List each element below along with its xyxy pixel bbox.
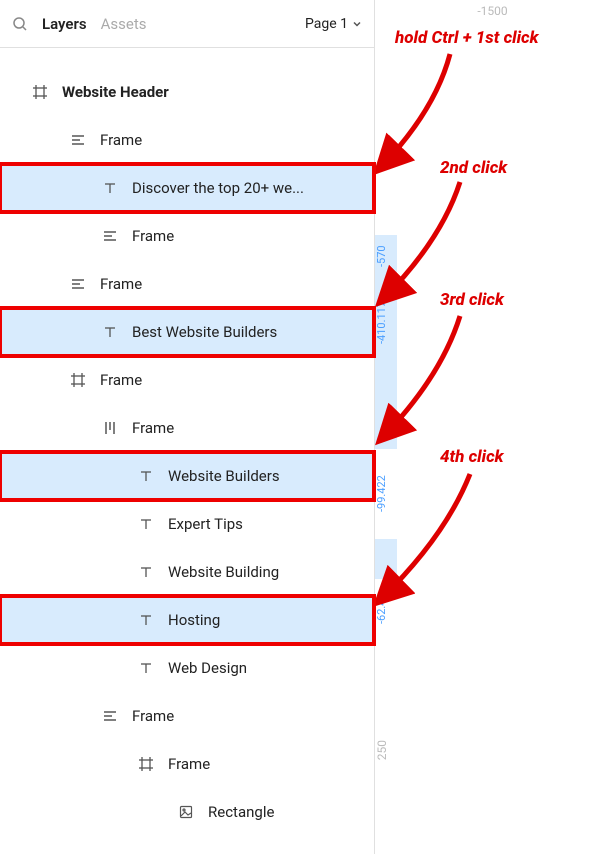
frame-icon bbox=[30, 85, 50, 99]
text-icon bbox=[100, 325, 120, 339]
layer-item[interactable]: Frame bbox=[0, 212, 374, 260]
layer-website-header[interactable]: Website Header bbox=[0, 68, 374, 116]
layer-label: Discover the top 20+ we... bbox=[132, 179, 304, 197]
layer-item[interactable]: Frame bbox=[0, 692, 374, 740]
stack-icon bbox=[100, 709, 120, 723]
canvas-selection-band bbox=[375, 539, 397, 579]
layer-item[interactable]: Hosting bbox=[0, 596, 374, 644]
image-icon bbox=[176, 805, 196, 819]
page-selector[interactable]: Page 1 bbox=[305, 16, 362, 32]
layer-label: Frame bbox=[132, 227, 174, 245]
layer-item[interactable]: Rectangle bbox=[0, 788, 374, 836]
layer-label: Frame bbox=[168, 755, 210, 773]
annotation-label: 2nd click bbox=[440, 158, 507, 178]
canvas-selection-band: -570 bbox=[375, 235, 397, 277]
canvas-ruler-top: -1500 bbox=[375, 4, 610, 18]
page-label: Page 1 bbox=[305, 16, 348, 32]
layer-label: Frame bbox=[100, 131, 142, 149]
layer-item[interactable]: Discover the top 20+ we... bbox=[0, 164, 374, 212]
layer-item[interactable]: Web Design bbox=[0, 644, 374, 692]
tab-assets[interactable]: Assets bbox=[101, 15, 147, 33]
layer-label: Website Header bbox=[62, 83, 169, 101]
layer-label: Expert Tips bbox=[168, 515, 243, 533]
layer-item[interactable]: Frame bbox=[0, 740, 374, 788]
text-icon bbox=[136, 613, 156, 627]
canvas-area[interactable]: -1500 -570-410.117 -99.422 -62.42 250 bbox=[375, 0, 610, 854]
layer-label: Frame bbox=[132, 419, 174, 437]
frame-icon bbox=[136, 757, 156, 771]
panel-header: Layers Assets Page 1 bbox=[0, 0, 374, 48]
layer-label: Frame bbox=[100, 371, 142, 389]
canvas-ruler-tick: 250 bbox=[375, 740, 397, 760]
canvas-selection-band bbox=[375, 367, 397, 449]
layer-label: Website Builders bbox=[168, 467, 280, 485]
text-icon bbox=[136, 565, 156, 579]
annotation-label: 3rd click bbox=[440, 290, 504, 310]
text-icon bbox=[136, 517, 156, 531]
frame-icon bbox=[68, 373, 88, 387]
layer-label: Web Design bbox=[168, 659, 247, 677]
layer-label: Best Website Builders bbox=[132, 323, 277, 341]
layer-item[interactable]: Frame bbox=[0, 356, 374, 404]
text-icon bbox=[136, 661, 156, 675]
layers-panel: Layers Assets Page 1 Website Header Fram… bbox=[0, 0, 375, 854]
layer-label: Frame bbox=[100, 275, 142, 293]
stack-icon bbox=[68, 277, 88, 291]
layer-item[interactable]: Website Builders bbox=[0, 452, 374, 500]
layer-tree: Website Header Frame Discover the top 20+… bbox=[0, 48, 374, 836]
search-icon[interactable] bbox=[12, 16, 28, 32]
annotation-label: 4th click bbox=[440, 447, 504, 467]
layer-label: Website Building bbox=[168, 563, 279, 581]
layer-item[interactable]: Expert Tips bbox=[0, 500, 374, 548]
layer-item[interactable]: Frame bbox=[0, 116, 374, 164]
layer-label: Hosting bbox=[168, 611, 220, 629]
canvas-selection-band: -99.422 bbox=[375, 449, 397, 539]
layer-item[interactable]: Best Website Builders bbox=[0, 308, 374, 356]
text-icon bbox=[136, 469, 156, 483]
canvas-selection-band: -62.42 bbox=[375, 579, 397, 639]
layer-item[interactable]: Frame bbox=[0, 260, 374, 308]
text-icon bbox=[100, 181, 120, 195]
layer-item[interactable]: Website Building bbox=[0, 548, 374, 596]
canvas-selection-band: -410.117 bbox=[375, 277, 397, 367]
layer-item[interactable]: Frame bbox=[0, 404, 374, 452]
chevron-down-icon bbox=[352, 19, 362, 29]
layer-label: Rectangle bbox=[208, 803, 274, 821]
stack-icon bbox=[68, 133, 88, 147]
annotation-label: hold Ctrl + 1st click bbox=[395, 28, 539, 48]
layer-label: Frame bbox=[132, 707, 174, 725]
tab-layers[interactable]: Layers bbox=[42, 15, 87, 33]
stack-icon bbox=[100, 229, 120, 243]
columns-icon bbox=[100, 421, 120, 435]
